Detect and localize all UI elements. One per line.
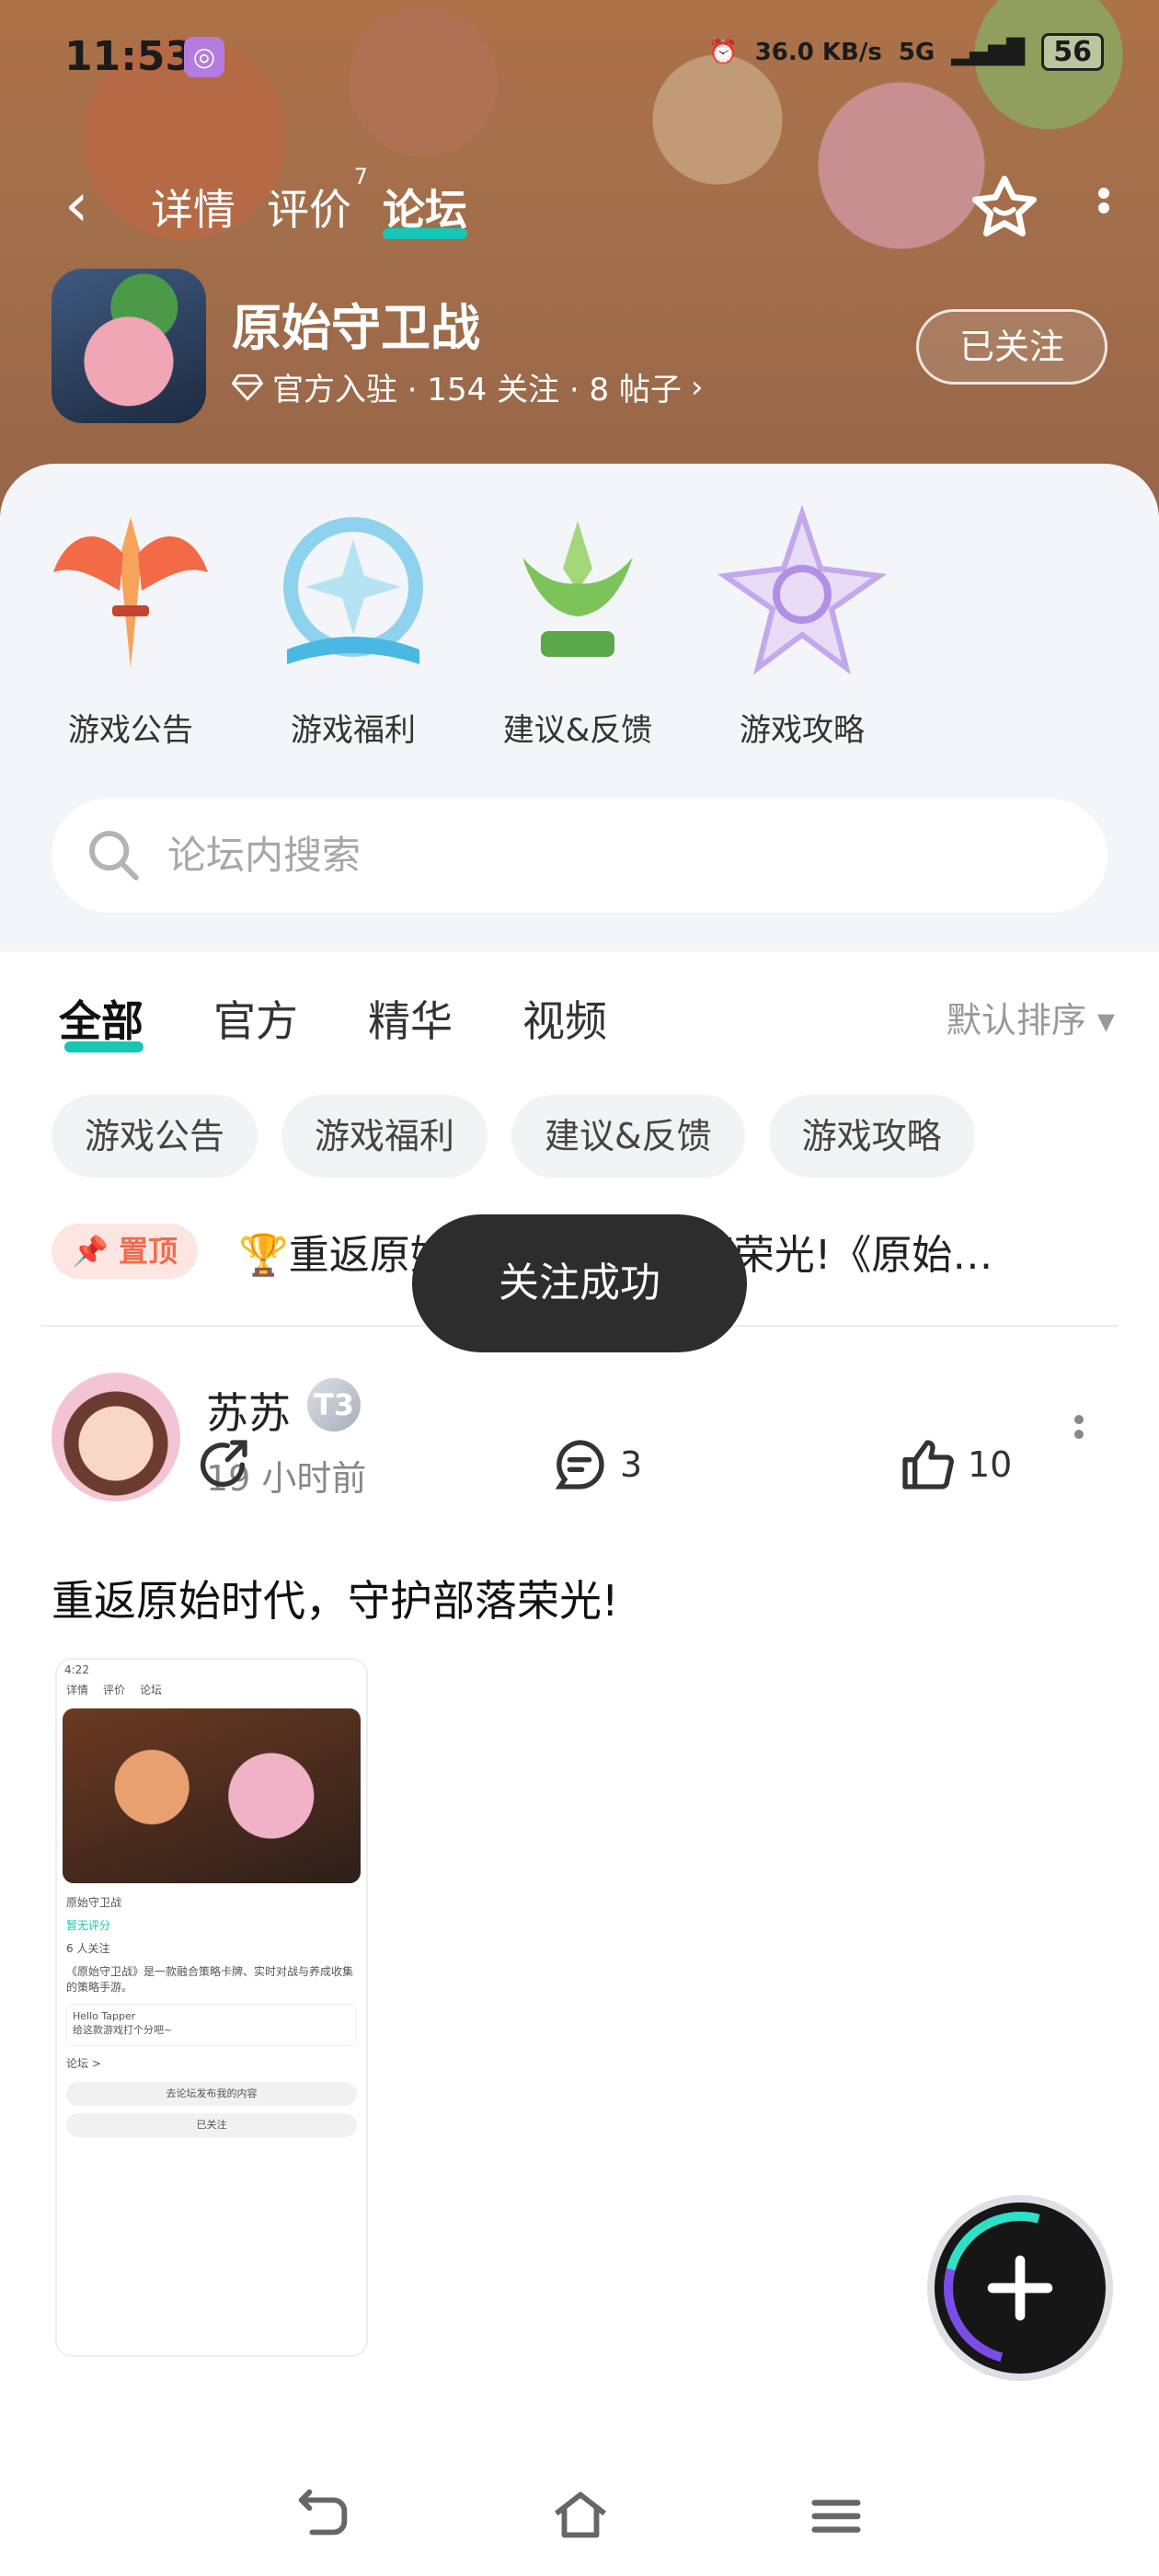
signal-icon: ▂▄▆█ xyxy=(951,38,1026,66)
app-name: 原始守卫战 xyxy=(232,299,480,357)
feed-tabs: 全部 官方 精华 视频 xyxy=(59,988,607,1052)
comment-icon xyxy=(555,1440,604,1489)
thumb-forum-label: 论坛 > xyxy=(66,2057,101,2070)
chevron-right-icon: › xyxy=(691,368,704,406)
feed-tab-official[interactable]: 官方 xyxy=(213,988,298,1049)
app-icon[interactable] xyxy=(52,269,206,423)
follow-button[interactable]: 已关注 xyxy=(916,309,1107,385)
thumb-forum-pill: 去论坛发布我的内容 xyxy=(66,2082,357,2106)
verified-gem-icon xyxy=(232,374,263,401)
share-button[interactable] xyxy=(193,1435,252,1494)
comment-button[interactable]: 3 xyxy=(550,1435,642,1494)
chip-announcements[interactable]: 游戏公告 xyxy=(52,1095,258,1178)
thumb-review-user: Hello Tapper xyxy=(73,2010,136,2022)
category-label: 建议&反馈 xyxy=(502,712,653,749)
sort-label: 默认排序 xyxy=(946,1000,1086,1041)
star-rune-icon xyxy=(717,504,888,675)
forum-categories-panel: 游戏公告 游戏福利 建议&反馈 游戏攻略 论坛内搜索 xyxy=(0,464,1159,951)
nav-back-icon[interactable] xyxy=(291,2484,355,2548)
winged-sword-icon xyxy=(53,517,208,668)
pinned-badge-label: 置顶 xyxy=(118,1234,178,1269)
sort-dropdown[interactable]: 默认排序 ▾ xyxy=(947,992,1115,1042)
tab-reviews[interactable]: 评价 7 xyxy=(267,164,368,237)
chip-feedback[interactable]: 建议&反馈 xyxy=(511,1095,745,1178)
app-info: 原始守卫战 官方入驻 · 154 关注 · 8 帖子 › 已关注 xyxy=(52,269,1107,425)
category-feedback[interactable]: 建议&反馈 xyxy=(486,502,670,750)
app-meta-text: 官方入驻 · 154 关注 · 8 帖子 xyxy=(272,372,682,408)
alarm-icon: ⏰ xyxy=(708,38,739,66)
pinned-badge: 📌 置顶 xyxy=(52,1224,198,1279)
post-image[interactable]: 4:22 详情 评价 论坛 原始守卫战 暂无评分 6 人关注 《原始守卫战》是一… xyxy=(55,1658,368,2357)
category-chips: 游戏公告 游戏福利 建议&反馈 游戏攻略 xyxy=(52,1095,975,1178)
thumb-banner xyxy=(63,1708,361,1883)
thumb-tab: 详情 xyxy=(66,1684,89,1696)
search-icon xyxy=(89,831,139,880)
network-type: 5G xyxy=(898,38,935,66)
tab-reviews-label: 评价 xyxy=(267,185,351,235)
more-options-icon[interactable] xyxy=(1095,184,1113,228)
category-label: 游戏公告 xyxy=(68,712,193,749)
favorite-star-icon[interactable] xyxy=(968,171,1041,245)
post-actions: 3 10 xyxy=(0,1435,1159,1518)
post-title[interactable]: 重返原始时代，守护部落荣光! xyxy=(52,1568,618,1628)
tab-details[interactable]: 详情 xyxy=(151,177,235,237)
feed-tab-video[interactable]: 视频 xyxy=(522,988,607,1049)
category-guides[interactable]: 游戏攻略 xyxy=(710,502,894,750)
compass-book-icon xyxy=(283,517,423,664)
create-post-button[interactable] xyxy=(915,2183,1125,2393)
app-meta[interactable]: 官方入驻 · 154 关注 · 8 帖子 › xyxy=(232,364,704,409)
level-badge: T3 xyxy=(307,1378,361,1432)
thumb-desc: 《原始守卫战》是一款融合策略卡牌、实时对战与养成收集的策略手游。 xyxy=(66,1965,354,1994)
thumb-tabs: 详情 评价 论坛 xyxy=(57,1678,366,1701)
category-welfare[interactable]: 游戏福利 xyxy=(261,502,445,750)
nav-home-icon[interactable] xyxy=(548,2484,613,2548)
category-announcements[interactable]: 游戏公告 xyxy=(39,502,223,750)
nav-menu-icon[interactable] xyxy=(804,2484,868,2548)
network-speed: 36.0 KB/s xyxy=(754,38,882,66)
top-tab-bar: ‹ 详情 评价 7 论坛 xyxy=(64,164,467,248)
category-label: 游戏攻略 xyxy=(740,712,865,749)
thumb-follows: 6 人关注 xyxy=(66,1942,110,1955)
feed-tab-all[interactable]: 全部 xyxy=(59,988,143,1052)
thumb-status-time: 4:22 xyxy=(64,1663,89,1676)
search-input[interactable]: 论坛内搜索 xyxy=(167,799,995,913)
thumb-follow-pill: 已关注 xyxy=(66,2113,357,2137)
reviews-count-badge: 7 xyxy=(353,164,368,190)
caret-down-icon: ▾ xyxy=(1096,1000,1115,1041)
thumbs-up-icon xyxy=(902,1440,954,1489)
app-notification-icon: ◎ xyxy=(184,37,224,77)
category-label: 游戏福利 xyxy=(291,712,416,749)
pin-icon: 📌 xyxy=(72,1234,109,1269)
author-name[interactable]: 苏苏 xyxy=(206,1380,291,1441)
thumb-tab: 评价 xyxy=(103,1684,126,1696)
thumb-tab: 论坛 xyxy=(140,1684,163,1696)
status-time: 11:53 xyxy=(64,33,194,80)
tab-forum[interactable]: 论坛 xyxy=(383,177,467,239)
back-icon[interactable]: ‹ xyxy=(64,175,120,236)
thumb-app-name: 原始守卫战 xyxy=(66,1896,122,1909)
forum-search-bar[interactable]: 论坛内搜索 xyxy=(52,799,1107,913)
post-list: 全部 官方 精华 视频 默认排序 ▾ 游戏公告 游戏福利 建议&反馈 游戏攻略 … xyxy=(0,951,1159,2423)
status-bar: 11:53 ◎ ⏰ 36.0 KB/s 5G ▂▄▆█ 56 xyxy=(64,33,1104,88)
toast-message: 关注成功 xyxy=(412,1214,747,1352)
leaf-shield-icon xyxy=(522,521,633,657)
feed-tab-featured[interactable]: 精华 xyxy=(368,988,453,1049)
like-count: 10 xyxy=(968,1444,1013,1485)
battery-level: 56 xyxy=(1041,33,1104,71)
chip-welfare[interactable]: 游戏福利 xyxy=(281,1095,488,1178)
comment-count: 3 xyxy=(620,1444,643,1485)
thumb-review: Hello Tapper 给这款游戏打个分吧~ xyxy=(66,2004,357,2046)
like-button[interactable]: 10 xyxy=(898,1435,1012,1494)
share-icon xyxy=(201,1440,247,1488)
thumb-rating: 暂无评分 xyxy=(66,1919,111,1932)
thumb-review-text: 给这款游戏打个分吧~ xyxy=(73,2024,173,2036)
chip-guides[interactable]: 游戏攻略 xyxy=(768,1095,975,1178)
system-nav-bar xyxy=(0,2466,1159,2576)
plus-icon xyxy=(987,2255,1053,2321)
